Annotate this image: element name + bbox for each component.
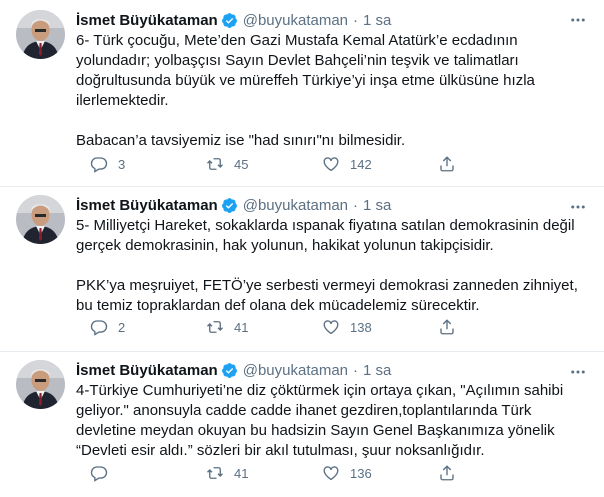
verified-badge-icon bbox=[221, 197, 237, 213]
separator-dot: · bbox=[353, 196, 359, 214]
author-handle[interactable]: @buyukataman bbox=[243, 12, 348, 29]
avatar[interactable] bbox=[16, 195, 65, 244]
like-button[interactable]: 142 bbox=[322, 155, 438, 173]
like-button[interactable]: 136 bbox=[322, 464, 438, 482]
retweet-icon bbox=[207, 158, 223, 170]
tweet-header: İsmet Büyükataman @buyukataman · 1 sa bbox=[76, 195, 590, 215]
reply-icon bbox=[90, 157, 108, 173]
share-button[interactable] bbox=[438, 464, 554, 482]
avatar-column bbox=[16, 10, 66, 186]
retweet-icon bbox=[207, 321, 223, 333]
avatar[interactable] bbox=[16, 10, 65, 59]
share-button[interactable] bbox=[438, 155, 554, 173]
retweet-icon bbox=[207, 467, 223, 479]
tweet[interactable]: İsmet Büyükataman @buyukataman · 1 sa 4-… bbox=[0, 352, 604, 497]
more-options-icon[interactable] bbox=[568, 364, 588, 380]
reply-icon bbox=[90, 466, 108, 482]
retweet-button[interactable]: 41 bbox=[206, 464, 322, 482]
more-options-icon[interactable] bbox=[568, 199, 588, 215]
like-icon bbox=[323, 466, 339, 481]
tweet-feed: İsmet Büyükataman @buyukataman · 1 sa 6-… bbox=[0, 0, 604, 497]
share-button[interactable] bbox=[438, 318, 554, 336]
retweet-button[interactable]: 45 bbox=[206, 155, 322, 173]
timestamp[interactable]: 1 sa bbox=[363, 362, 391, 379]
tweet-text: 5- Milliyetçi Hareket, sokaklarda ıspana… bbox=[76, 217, 578, 314]
tweet[interactable]: İsmet Büyükataman @buyukataman · 1 sa 6-… bbox=[0, 0, 604, 187]
avatar[interactable] bbox=[16, 360, 65, 409]
reply-button[interactable] bbox=[90, 464, 206, 482]
tweet-text: 4-Türkiye Cumhuriyeti’ne diz çöktürmek i… bbox=[76, 382, 568, 459]
share-icon bbox=[440, 319, 454, 335]
like-count: 142 bbox=[350, 156, 372, 172]
timestamp[interactable]: 1 sa bbox=[363, 12, 391, 29]
author-handle[interactable]: @buyukataman bbox=[243, 362, 348, 379]
tweet-actions: 2 41 138 bbox=[90, 318, 570, 336]
separator-dot: · bbox=[353, 361, 359, 379]
author-name[interactable]: İsmet Büyükataman bbox=[76, 12, 218, 29]
like-button[interactable]: 138 bbox=[322, 318, 438, 336]
reply-button[interactable]: 2 bbox=[90, 318, 206, 336]
tweet-actions: 41 136 bbox=[90, 464, 570, 482]
like-count: 138 bbox=[350, 319, 372, 335]
like-icon bbox=[323, 320, 339, 335]
avatar-column bbox=[16, 195, 66, 351]
retweet-button[interactable]: 41 bbox=[206, 318, 322, 336]
separator-dot: · bbox=[353, 11, 359, 29]
share-icon bbox=[440, 156, 454, 172]
more-options-icon[interactable] bbox=[568, 12, 588, 28]
tweet-header: İsmet Büyükataman @buyukataman · 1 sa bbox=[76, 360, 590, 380]
like-count: 136 bbox=[350, 465, 372, 481]
like-icon bbox=[323, 157, 339, 172]
verified-badge-icon bbox=[221, 12, 237, 28]
retweet-count: 41 bbox=[234, 465, 249, 481]
reply-button[interactable]: 3 bbox=[90, 155, 206, 173]
timestamp[interactable]: 1 sa bbox=[363, 197, 391, 214]
reply-count: 3 bbox=[118, 156, 126, 172]
author-name[interactable]: İsmet Büyükataman bbox=[76, 197, 218, 214]
verified-badge-icon bbox=[221, 362, 237, 378]
author-handle[interactable]: @buyukataman bbox=[243, 197, 348, 214]
avatar-column bbox=[16, 360, 66, 497]
tweet-actions: 3 45 142 bbox=[90, 155, 570, 173]
tweet-text: 6- Türk çocuğu, Mete’den Gazi Mustafa Ke… bbox=[76, 32, 535, 149]
tweet[interactable]: İsmet Büyükataman @buyukataman · 1 sa 5-… bbox=[0, 187, 604, 352]
author-name[interactable]: İsmet Büyükataman bbox=[76, 362, 218, 379]
retweet-count: 45 bbox=[234, 156, 249, 172]
reply-icon bbox=[90, 320, 108, 336]
reply-count: 2 bbox=[118, 319, 126, 335]
share-icon bbox=[440, 465, 454, 481]
tweet-header: İsmet Büyükataman @buyukataman · 1 sa bbox=[76, 10, 590, 30]
retweet-count: 41 bbox=[234, 319, 249, 335]
